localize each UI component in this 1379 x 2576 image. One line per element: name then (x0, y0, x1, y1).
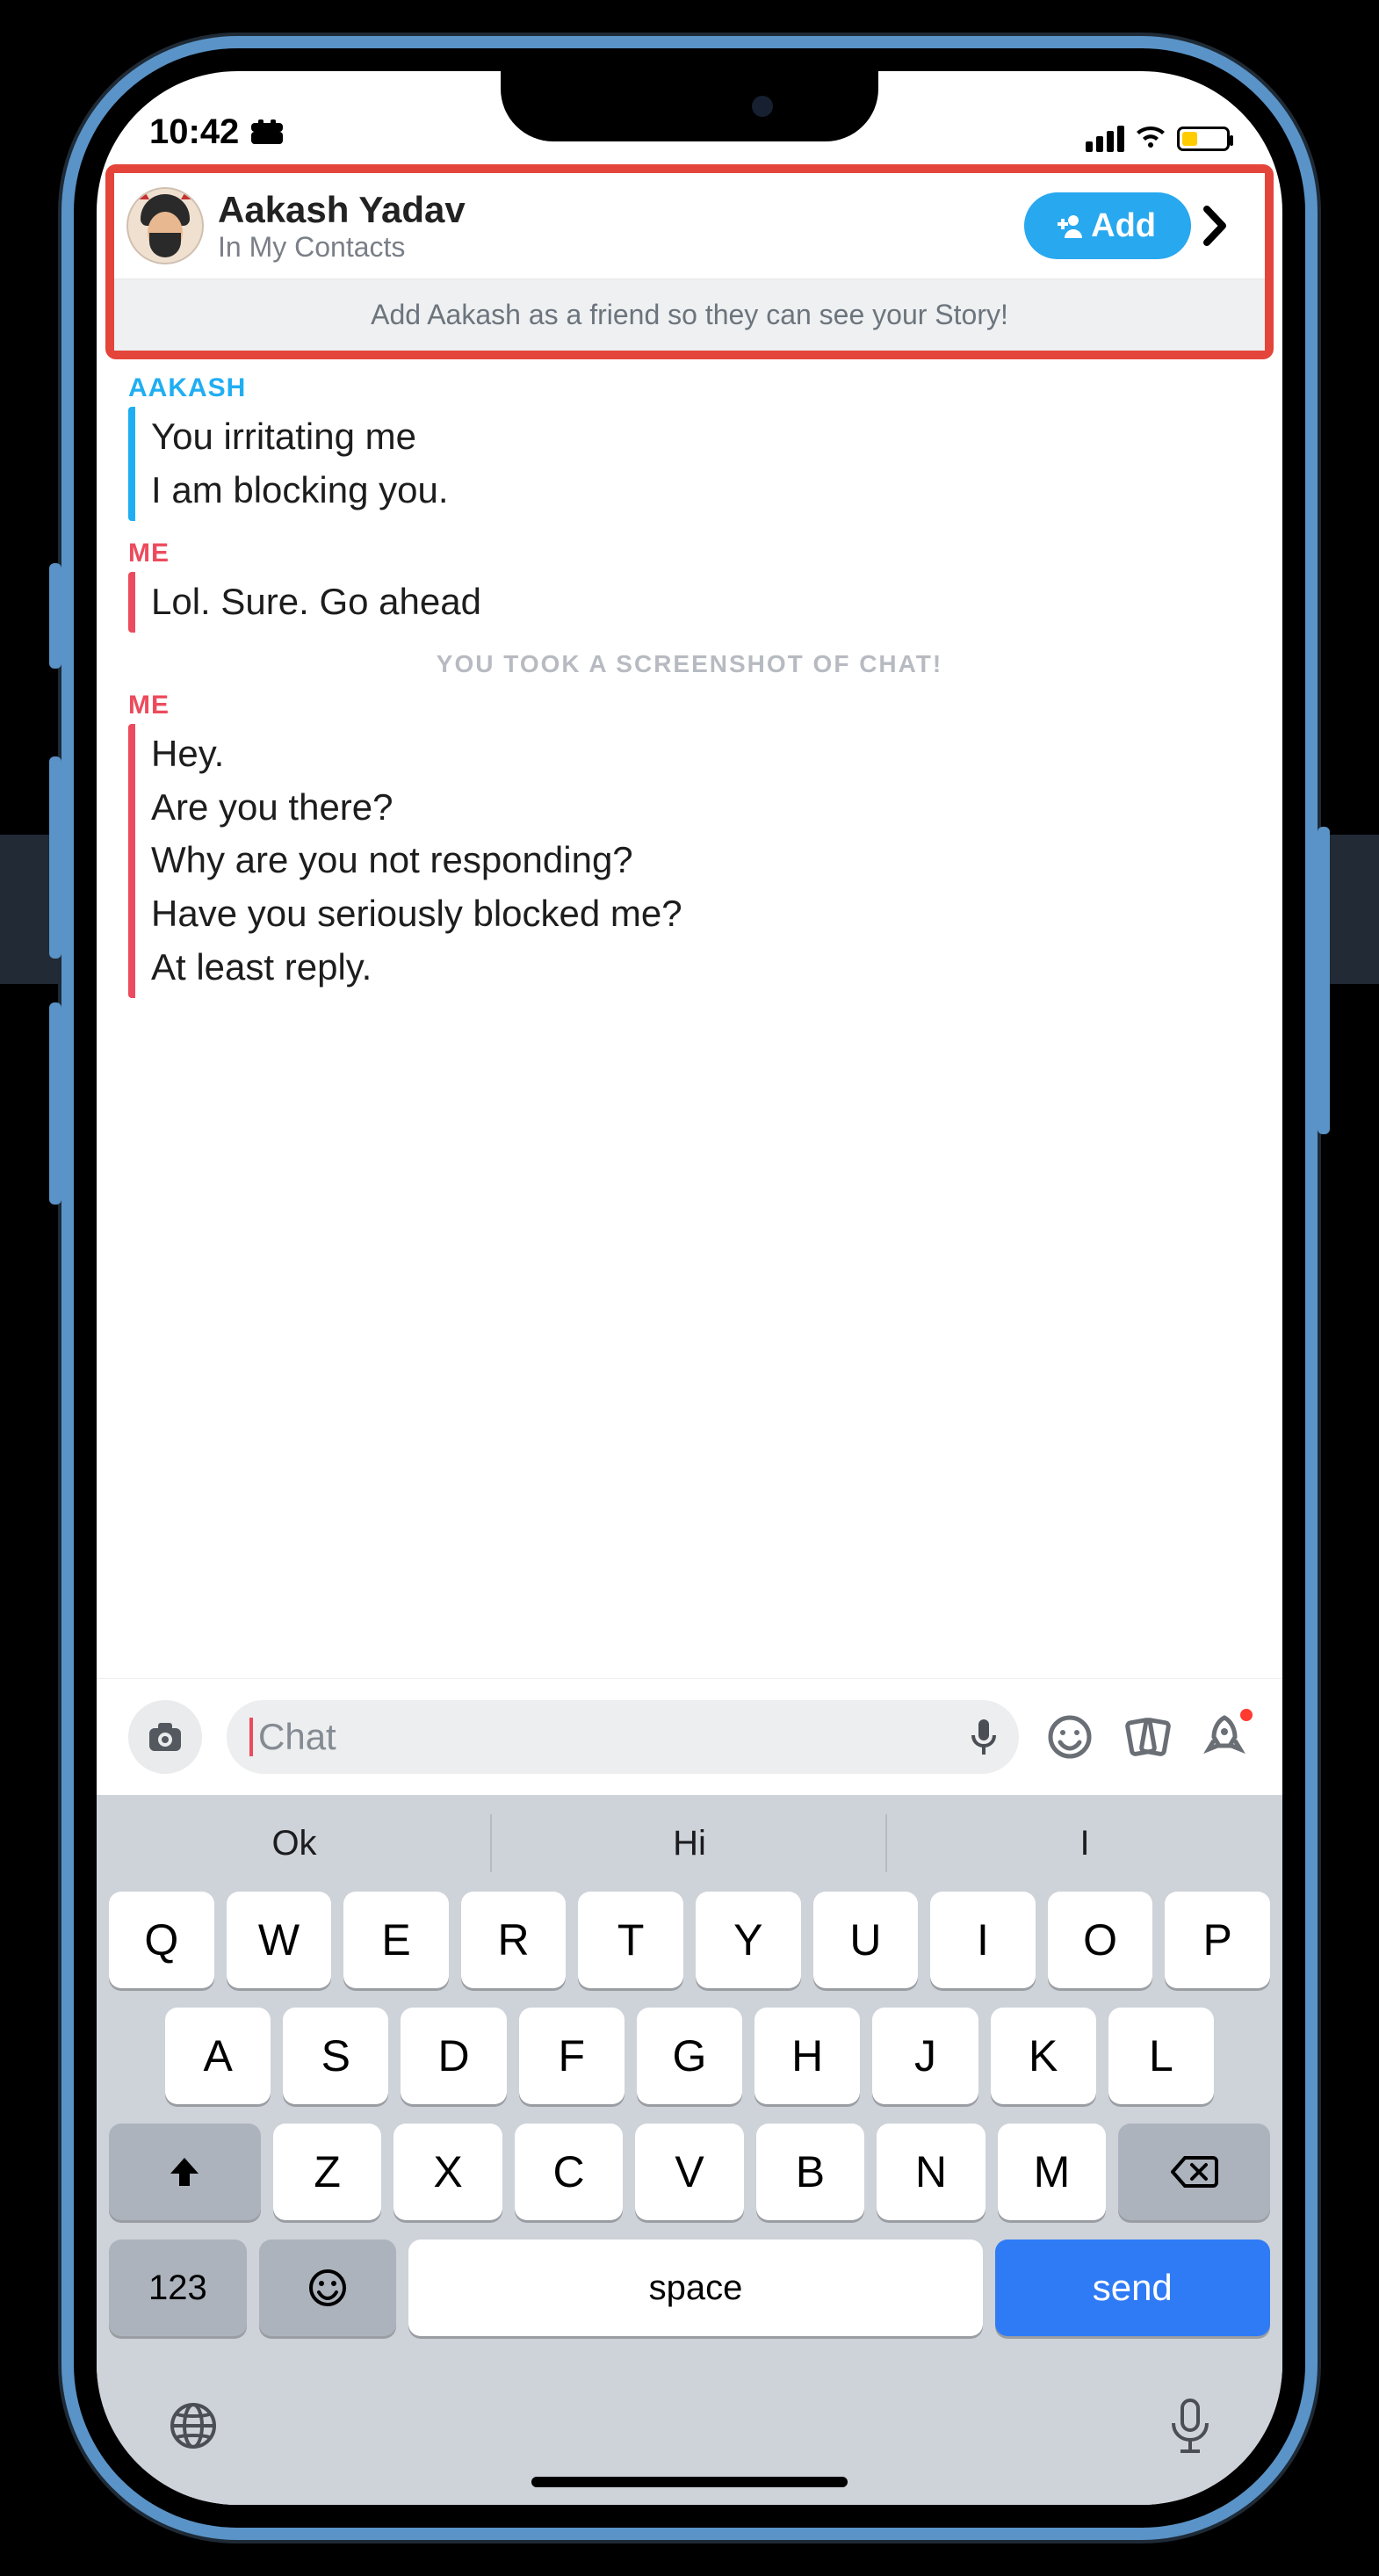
rocket-icon[interactable] (1198, 1711, 1251, 1763)
key-h[interactable]: H (754, 2008, 860, 2104)
system-message: YOU TOOK A SCREENSHOT OF CHAT! (128, 650, 1251, 678)
globe-icon[interactable] (167, 2399, 220, 2452)
key-e[interactable]: E (343, 1892, 449, 1988)
home-indicator[interactable] (531, 2477, 848, 2487)
chat-body[interactable]: AAKASH You irritating me I am blocking y… (97, 359, 1282, 1678)
key-c[interactable]: C (515, 2124, 623, 2220)
send-key[interactable]: send (995, 2240, 1270, 2336)
key-m[interactable]: M (998, 2124, 1106, 2220)
message-line: Have you seriously blocked me? (151, 887, 1251, 941)
key-p[interactable]: P (1165, 1892, 1270, 1988)
message-block: Hey. Are you there? Why are you not resp… (128, 724, 1251, 998)
prediction-row: Ok Hi I (97, 1795, 1282, 1892)
chat-placeholder: Chat (258, 1716, 336, 1758)
status-time: 10:42 (149, 112, 239, 152)
chat-header[interactable]: Aakash Yadav In My Contacts Add (114, 173, 1265, 279)
key-q[interactable]: Q (109, 1892, 214, 1988)
key-b[interactable]: B (756, 2124, 864, 2220)
key-x[interactable]: X (393, 2124, 502, 2220)
smiley-icon[interactable] (1043, 1711, 1096, 1763)
prediction-cell[interactable]: I (887, 1795, 1282, 1892)
key-v[interactable]: V (635, 2124, 743, 2220)
key-s[interactable]: S (283, 2008, 388, 2104)
sender-label-me: ME (128, 539, 1251, 568)
dictation-icon[interactable] (1168, 2397, 1212, 2455)
chat-input[interactable]: Chat (227, 1700, 1019, 1774)
key-k[interactable]: K (991, 2008, 1096, 2104)
key-u[interactable]: U (813, 1892, 919, 1988)
space-key[interactable]: space (408, 2240, 982, 2336)
cards-icon[interactable] (1121, 1711, 1173, 1763)
add-button-label: Add (1091, 207, 1156, 245)
chat-input-bar: Chat (97, 1678, 1282, 1795)
friend-banner: Add Aakash as a friend so they can see y… (114, 279, 1265, 351)
key-n[interactable]: N (877, 2124, 985, 2220)
text-cursor (249, 1718, 253, 1756)
prediction-cell[interactable]: Ok (97, 1795, 492, 1892)
key-i[interactable]: I (930, 1892, 1036, 1988)
key-f[interactable]: F (519, 2008, 625, 2104)
emoji-key[interactable] (259, 2240, 397, 2336)
message-line: At least reply. (151, 941, 1251, 995)
header-highlight: Aakash Yadav In My Contacts Add (105, 164, 1274, 359)
numbers-key[interactable]: 123 (109, 2240, 247, 2336)
key-a[interactable]: A (165, 2008, 271, 2104)
message-line: Are you there? (151, 781, 1251, 835)
backspace-key[interactable] (1118, 2124, 1270, 2220)
mic-icon[interactable] (970, 1718, 998, 1756)
key-w[interactable]: W (227, 1892, 332, 1988)
sender-label-other: AAKASH (128, 373, 1251, 403)
key-r[interactable]: R (461, 1892, 567, 1988)
key-y[interactable]: Y (696, 1892, 801, 1988)
contact-name: Aakash Yadav (218, 189, 1024, 231)
message-line: Lol. Sure. Go ahead (151, 575, 1251, 629)
add-person-icon (1050, 210, 1082, 242)
camera-button[interactable] (128, 1700, 202, 1774)
key-g[interactable]: G (637, 2008, 742, 2104)
sender-label-me: ME (128, 691, 1251, 720)
contact-subtitle: In My Contacts (218, 232, 1024, 263)
dnd-icon (249, 119, 285, 146)
key-d[interactable]: D (401, 2008, 506, 2104)
message-block: Lol. Sure. Go ahead (128, 572, 1251, 633)
key-o[interactable]: O (1048, 1892, 1153, 1988)
key-t[interactable]: T (578, 1892, 683, 1988)
shift-key[interactable] (109, 2124, 261, 2220)
message-line: I am blocking you. (151, 464, 1251, 517)
keyboard: Ok Hi I Q W E R T Y U I O P (97, 1795, 1282, 2505)
key-z[interactable]: Z (273, 2124, 381, 2220)
avatar[interactable] (126, 187, 204, 264)
message-line: Why are you not responding? (151, 834, 1251, 887)
key-l[interactable]: L (1108, 2008, 1214, 2104)
message-block: You irritating me I am blocking you. (128, 407, 1251, 521)
cell-signal-icon (1086, 126, 1124, 152)
battery-icon (1177, 127, 1230, 151)
add-friend-button[interactable]: Add (1024, 192, 1191, 259)
message-line: You irritating me (151, 410, 1251, 464)
message-line: Hey. (151, 727, 1251, 781)
chevron-right-icon[interactable] (1203, 206, 1247, 246)
key-j[interactable]: J (872, 2008, 978, 2104)
prediction-cell[interactable]: Hi (492, 1795, 887, 1892)
wifi-icon (1135, 127, 1166, 151)
